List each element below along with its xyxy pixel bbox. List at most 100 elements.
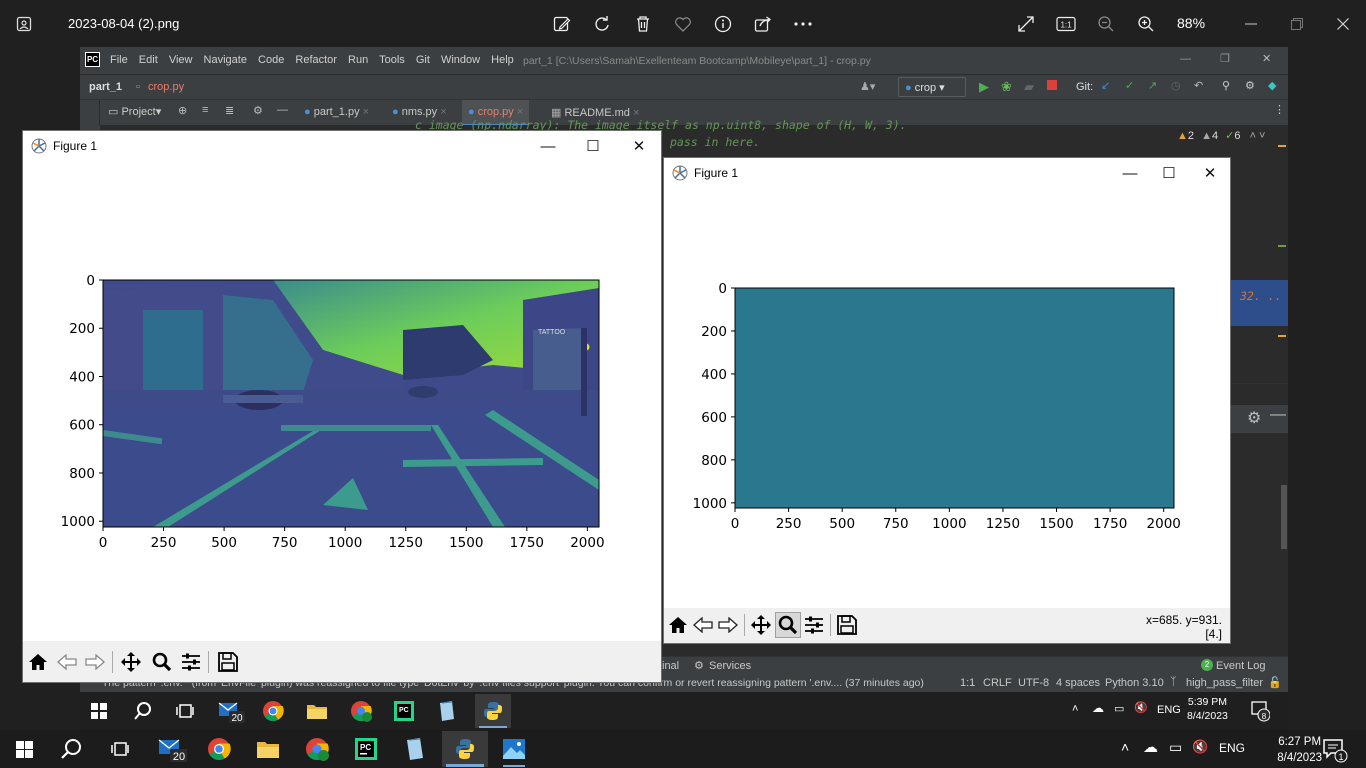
run-icon[interactable]: ▶ (979, 79, 989, 95)
pycharm-icon[interactable]: PC (389, 697, 419, 725)
project-panel-dropdown[interactable]: ▭ Project▾ (108, 105, 161, 118)
notification-center-icon[interactable]: 1 (1322, 737, 1348, 763)
zoom-rect-icon[interactable] (149, 649, 175, 675)
breadcrumb-file[interactable]: crop.py (148, 81, 184, 93)
rotate-icon[interactable] (590, 12, 614, 36)
gear-icon[interactable]: ⚙ (253, 104, 263, 117)
info-icon[interactable] (711, 12, 735, 36)
minimize-icon[interactable]: — (1119, 162, 1141, 184)
panel-hide-icon[interactable]: — (1270, 406, 1286, 424)
task-view-icon[interactable] (105, 735, 135, 763)
save-figure-icon[interactable] (215, 649, 241, 675)
terminal-tab[interactable]: inal (662, 660, 679, 672)
close-icon[interactable]: ✕ (628, 135, 650, 157)
mail-icon[interactable]: 20 (157, 735, 187, 763)
menu-help[interactable]: Help (491, 54, 514, 66)
git-push-icon[interactable]: ↗ (1148, 79, 1157, 92)
input-language[interactable]: ENG (1157, 704, 1181, 716)
hide-panel-icon[interactable]: — (277, 104, 288, 116)
forward-arrow-icon[interactable] (715, 612, 741, 638)
start-icon[interactable] (9, 735, 39, 763)
menu-code[interactable]: Code (258, 54, 284, 66)
zoom-in-icon[interactable] (1134, 12, 1158, 36)
file-explorer-icon[interactable] (302, 697, 332, 725)
collapse-all-icon[interactable]: ≣ (225, 104, 234, 117)
coverage-icon[interactable]: ▰ (1024, 79, 1034, 95)
menu-run[interactable]: Run (348, 54, 368, 66)
close-icon[interactable]: ✕ (1199, 162, 1221, 184)
python-figure-icon[interactable] (475, 694, 511, 728)
system-clock[interactable]: 6:27 PM 8/4/2023 (1277, 734, 1322, 766)
close-icon[interactable] (1331, 12, 1355, 36)
edit-image-icon[interactable] (550, 12, 574, 36)
file-explorer-icon[interactable] (253, 735, 283, 763)
chrome-profile-icon[interactable] (302, 735, 332, 763)
panel-settings-icon[interactable]: ⚙ (1247, 408, 1261, 428)
ide-close-icon[interactable]: ✕ (1262, 52, 1271, 65)
share-icon[interactable] (751, 12, 775, 36)
onedrive-icon[interactable]: ☁ (1143, 738, 1158, 756)
delete-icon[interactable] (631, 12, 655, 36)
back-arrow-icon[interactable] (690, 612, 716, 638)
status-interpreter[interactable]: Python 3.10 (1105, 677, 1164, 689)
battery-icon[interactable]: ▭ (1169, 739, 1182, 756)
actual-size-icon[interactable]: 1:1 (1054, 12, 1078, 36)
configure-subplots-icon[interactable] (178, 649, 204, 675)
favorite-icon[interactable] (671, 12, 695, 36)
expand-all-icon[interactable]: ≡ (202, 104, 208, 116)
show-hidden-icons[interactable]: ˄ (1072, 703, 1078, 715)
settings-icon[interactable]: ⚙ (1245, 79, 1255, 92)
chrome-profile-icon[interactable] (346, 697, 376, 725)
menu-edit[interactable]: Edit (139, 54, 158, 66)
status-indent[interactable]: 4 spaces (1056, 677, 1100, 689)
search-icon[interactable] (128, 697, 158, 725)
configure-subplots-icon[interactable] (801, 612, 827, 638)
debug-icon[interactable]: ❀ (1001, 79, 1012, 95)
event-log-tab[interactable]: Event Log (1216, 660, 1266, 672)
status-caret[interactable]: 1:1 (960, 677, 975, 689)
zoom-rect-icon[interactable] (775, 612, 801, 638)
show-hidden-icons[interactable]: ˄ (1121, 739, 1129, 755)
home-icon[interactable] (665, 612, 691, 638)
more-icon[interactable] (791, 12, 815, 36)
tab-close-icon[interactable]: × (440, 106, 446, 118)
inspection-widget[interactable]: ▲2 ▲4 ✓6 ˄ ˅ (1177, 129, 1265, 142)
save-figure-icon[interactable] (834, 612, 860, 638)
lock-icon[interactable]: 🔓 (1268, 676, 1282, 689)
home-icon[interactable] (25, 649, 51, 675)
search-icon[interactable] (56, 735, 86, 763)
locate-icon[interactable]: ⊕ (178, 104, 187, 117)
status-branch[interactable]: high_pass_filter (1186, 677, 1263, 689)
menu-window[interactable]: Window (441, 54, 480, 66)
rollback-icon[interactable]: ↶ (1194, 79, 1203, 92)
ide-minimize-icon[interactable]: — (1180, 53, 1191, 65)
menu-navigate[interactable]: Navigate (204, 54, 247, 66)
status-line-separator[interactable]: CRLF (983, 677, 1012, 689)
menu-view[interactable]: View (169, 54, 193, 66)
menu-refactor[interactable]: Refactor (295, 54, 337, 66)
plot-area-right[interactable]: 0 250 500 750 1000 1250 1500 1750 2000 0 200 400 600… (664, 187, 1230, 607)
ide-restore-icon[interactable]: ❐ (1220, 52, 1230, 65)
breadcrumb-project[interactable]: part_1 (89, 81, 122, 93)
back-arrow-icon[interactable] (54, 649, 80, 675)
menu-tools[interactable]: Tools (379, 54, 405, 66)
git-update-icon[interactable]: ↙ (1101, 79, 1110, 92)
run-config-select[interactable]: ● crop ▾ (898, 77, 966, 97)
inner-clock[interactable]: 5:39 PM 8/4/2023 (1187, 695, 1228, 723)
services-tab[interactable]: Services (709, 660, 751, 672)
chrome-icon[interactable] (204, 735, 234, 763)
task-view-icon[interactable] (170, 697, 200, 725)
zoom-out-icon[interactable] (1094, 12, 1118, 36)
fullscreen-icon[interactable] (1014, 12, 1038, 36)
more-vertical-icon[interactable]: ⋮ (1274, 103, 1285, 116)
chrome-icon[interactable] (258, 697, 288, 725)
forward-arrow-icon[interactable] (82, 649, 108, 675)
history-icon[interactable]: ◷ (1171, 79, 1181, 92)
maximize-icon[interactable]: ☐ (582, 135, 604, 157)
input-language[interactable]: ENG (1219, 741, 1245, 755)
notepad-icon[interactable] (400, 735, 430, 763)
notepad-icon[interactable] (432, 697, 462, 725)
menu-git[interactable]: Git (416, 54, 430, 66)
user-icon[interactable]: ♟▾ (860, 80, 875, 93)
menu-file[interactable]: File (110, 54, 128, 66)
